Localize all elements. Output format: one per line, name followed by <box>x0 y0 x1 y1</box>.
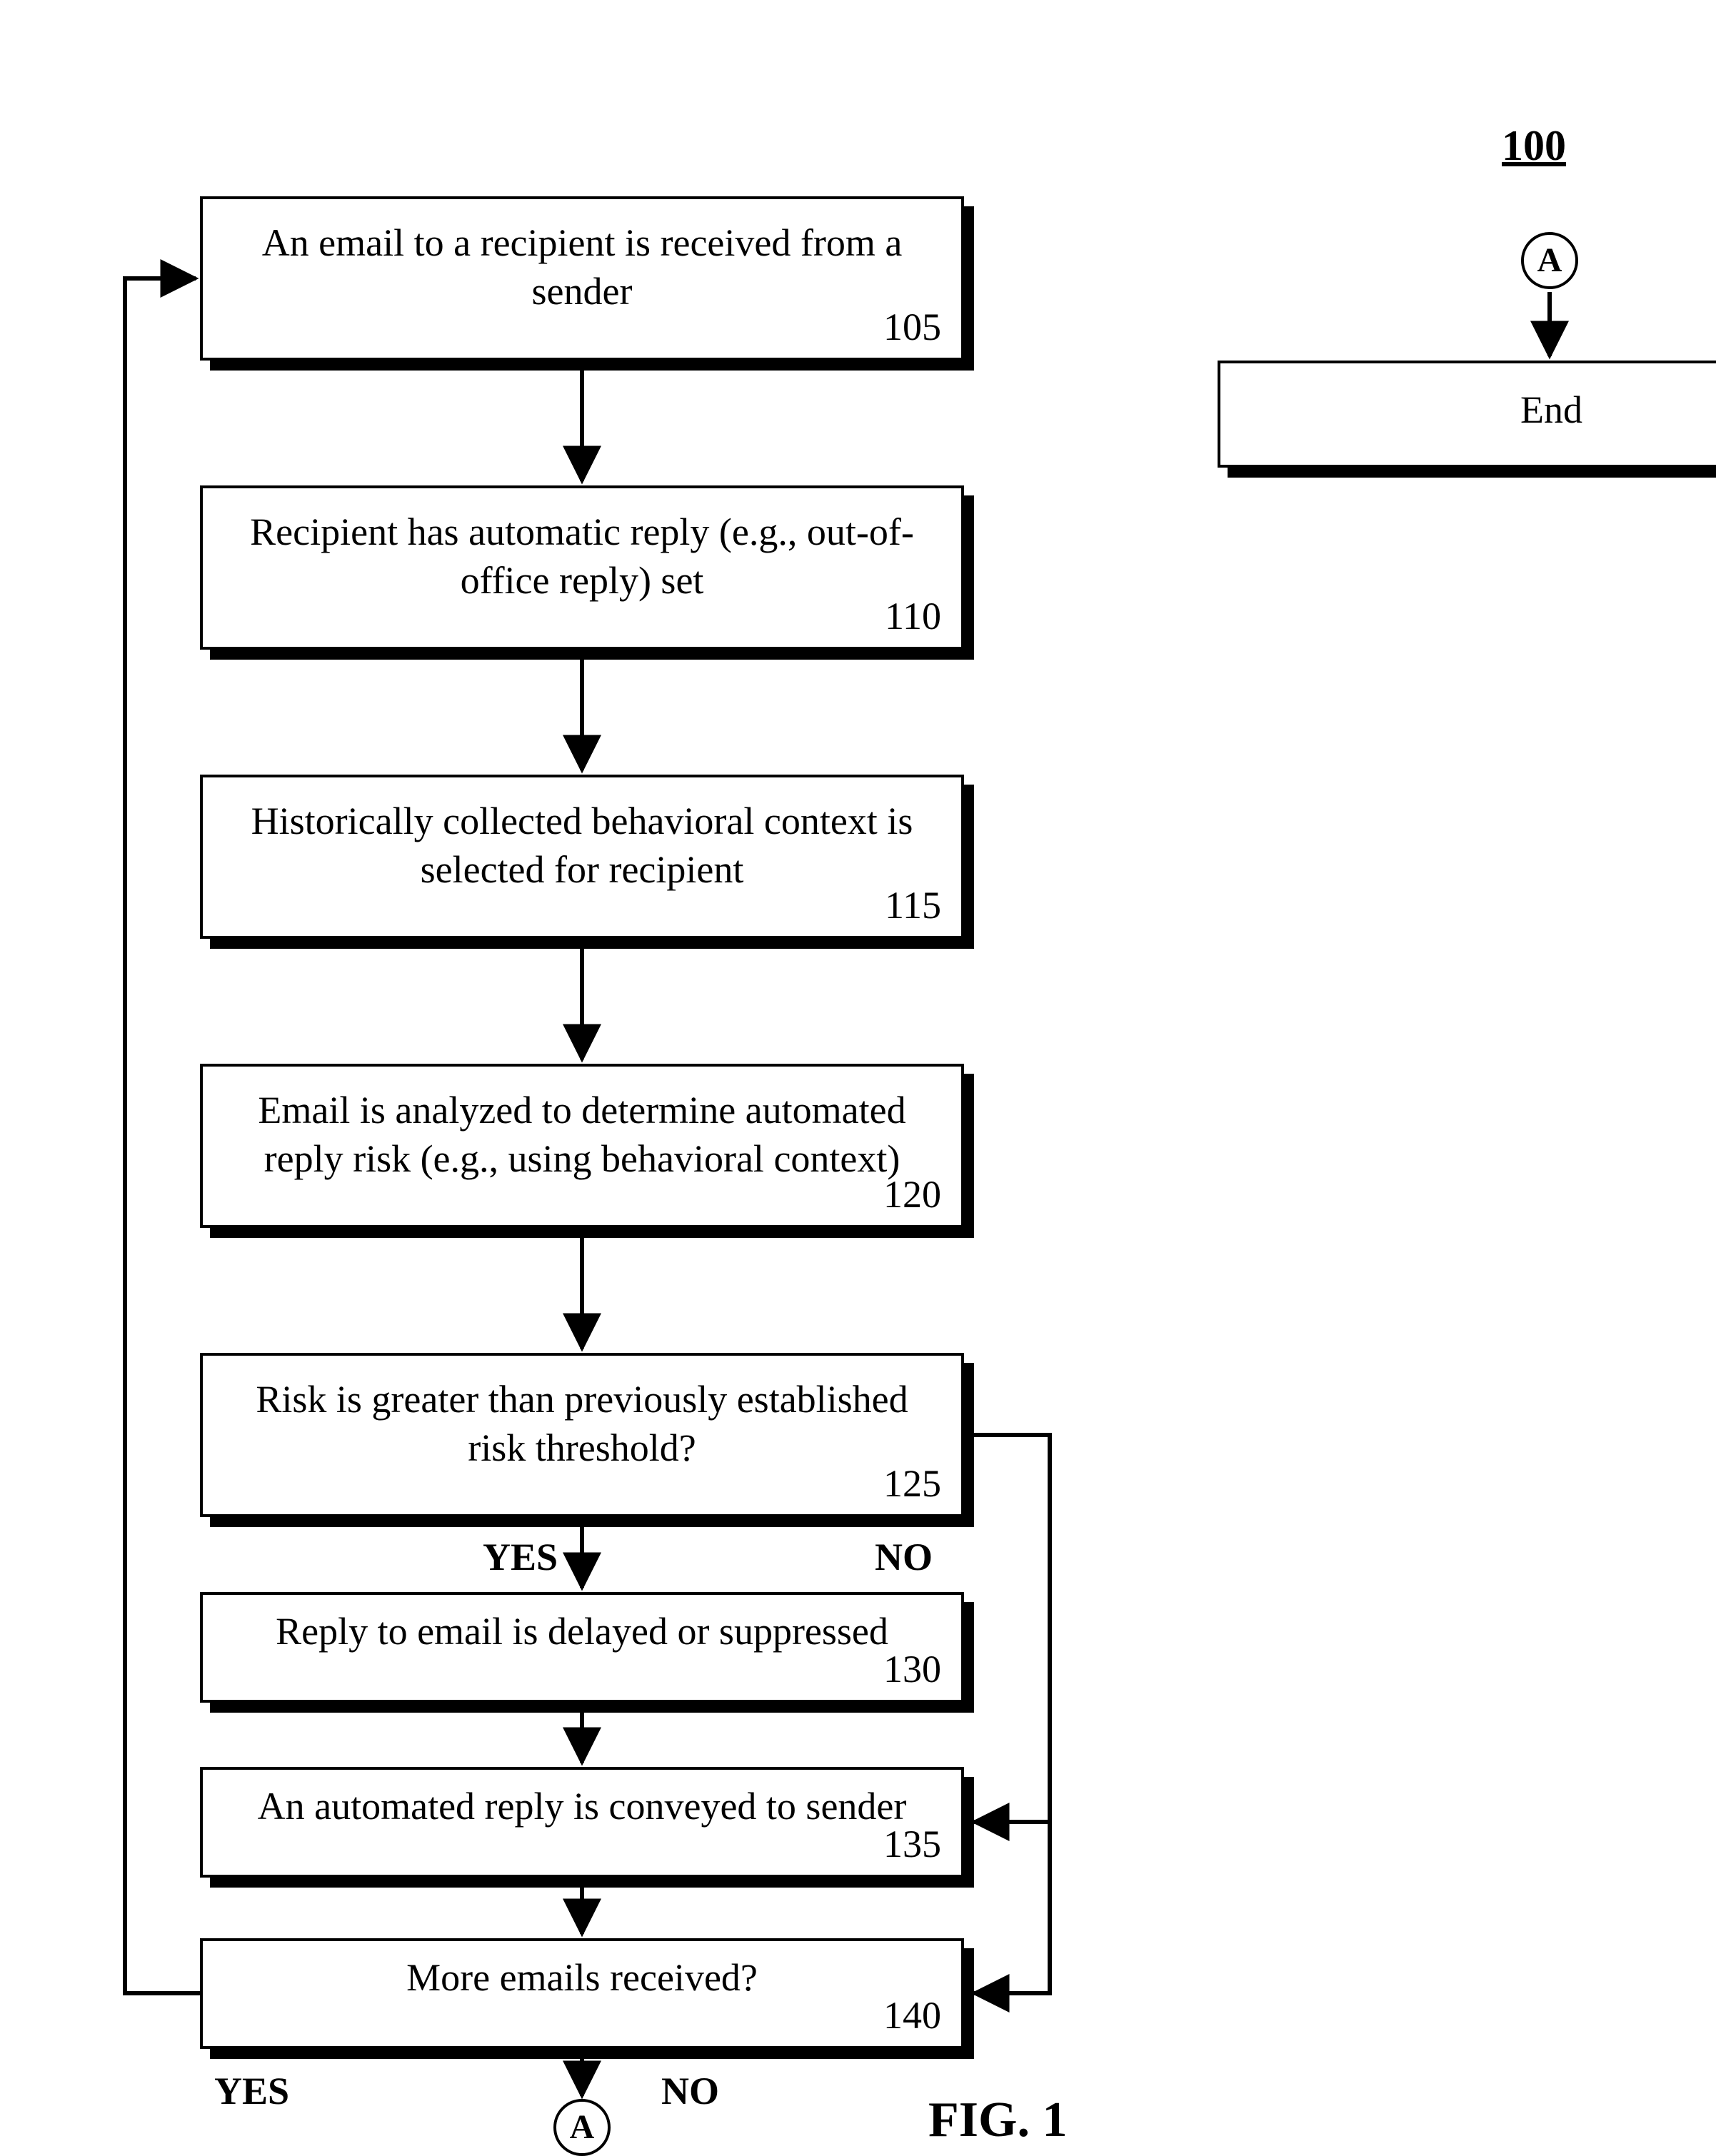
flowchart-page: 100 An email to a recipient is received … <box>0 0 1716 2133</box>
connectors <box>0 0 1716 2156</box>
